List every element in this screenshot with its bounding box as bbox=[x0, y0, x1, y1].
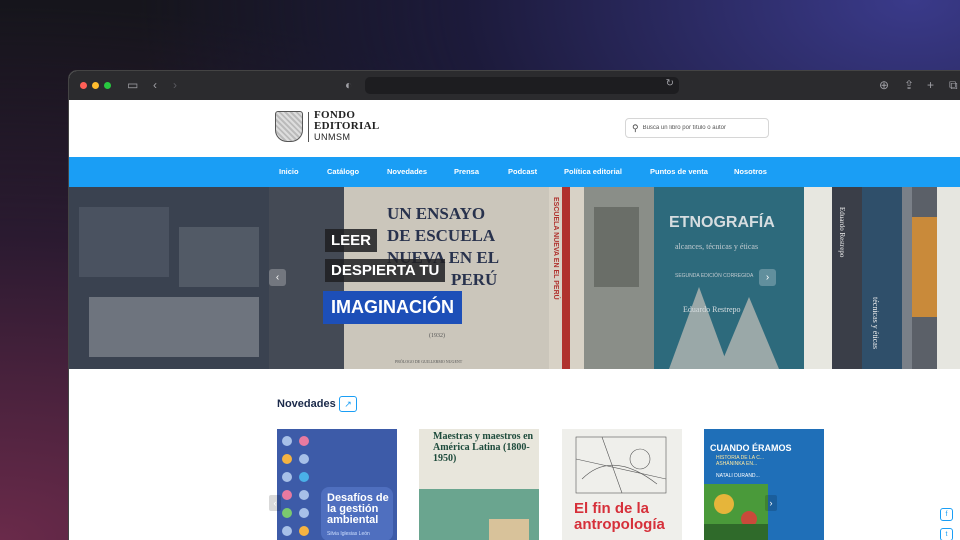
hero-prev-button[interactable]: ‹ bbox=[269, 269, 286, 286]
browser-window: ▭ ‹ › ◐ ↻ ⊕ ⇪ + ⧉ FONDO EDITORIAL UNMSM … bbox=[69, 71, 960, 540]
hero-book-spine-text: ESCUELA NUEVA EN EL PERÚ bbox=[552, 197, 561, 300]
chevron-right-icon: › bbox=[765, 272, 770, 283]
book-4-title: CUANDO ÉRAMOS bbox=[710, 443, 792, 453]
search-input[interactable] bbox=[642, 125, 763, 131]
main-nav: Inicio Catálogo Novedades Prensa Podcast… bbox=[69, 157, 960, 187]
hero-book-right-author: Eduardo Restrepo bbox=[683, 305, 741, 314]
logo-text: FONDO EDITORIAL UNMSM bbox=[314, 110, 379, 143]
hero-banner: UN ENSAYO DE ESCUELA NUEVA EN EL PERÚ (1… bbox=[69, 187, 960, 369]
site-logo[interactable]: FONDO EDITORIAL UNMSM bbox=[275, 110, 379, 143]
hero-book-prologue: PRÓLOGO DE GUILLERMO NUGENT bbox=[395, 359, 463, 364]
hero-book-date: (1932) bbox=[429, 332, 445, 339]
books-next-button[interactable]: › bbox=[765, 495, 777, 511]
browser-toolbar: ▭ ‹ › ◐ ↻ ⊕ ⇪ + ⧉ bbox=[69, 71, 960, 100]
shield-icon[interactable]: ◐ bbox=[345, 78, 352, 92]
nav-item-inicio[interactable]: Inicio bbox=[279, 167, 299, 176]
hero-background-image: UN ENSAYO DE ESCUELA NUEVA EN EL PERÚ (1… bbox=[69, 187, 960, 369]
hero-book-right-title: ETNOGRAFÍA bbox=[669, 212, 775, 231]
book-1-author: Silvia Iglesias León bbox=[327, 531, 370, 537]
nav-item-politica-editorial[interactable]: Política editorial bbox=[564, 167, 622, 176]
maximize-window-button[interactable] bbox=[104, 82, 111, 89]
share-icon[interactable]: ⇪ bbox=[904, 78, 914, 92]
nav-item-prensa[interactable]: Prensa bbox=[454, 167, 479, 176]
book-card[interactable]: CUANDO ÉRAMOS HISTORIA DE LA C... ASHÁNI… bbox=[704, 429, 824, 540]
novedades-title: Novedades bbox=[277, 398, 336, 410]
new-tab-icon[interactable]: + bbox=[927, 78, 934, 92]
hero-book-right-subtitle: alcances, técnicas y éticas bbox=[675, 242, 758, 251]
university-crest-icon bbox=[275, 111, 303, 142]
books-prev-button[interactable]: ‹ bbox=[269, 495, 281, 511]
twitter-icon[interactable]: t bbox=[940, 528, 953, 540]
facebook-icon[interactable]: f bbox=[940, 508, 953, 521]
chevron-left-icon: ‹ bbox=[273, 498, 277, 508]
arrow-up-right-icon: ↗ bbox=[344, 399, 352, 409]
hero-spine-title: técnicas y éticas bbox=[871, 297, 880, 349]
nav-item-novedades[interactable]: Novedades bbox=[387, 167, 427, 176]
chevron-right-icon: › bbox=[769, 498, 773, 508]
hero-next-button[interactable]: › bbox=[759, 269, 776, 286]
search-box[interactable]: ⚲ bbox=[625, 118, 769, 138]
book-3-title: El fin de la antropología bbox=[574, 500, 665, 533]
reload-icon[interactable]: ↻ bbox=[666, 78, 674, 89]
close-window-button[interactable] bbox=[80, 82, 87, 89]
sidebar-icon[interactable]: ▭ bbox=[127, 78, 138, 92]
book-2-title: Maestras y maestros en América Latina (1… bbox=[433, 431, 534, 464]
hero-line-1: LEER bbox=[325, 229, 378, 252]
search-icon: ⚲ bbox=[632, 122, 639, 133]
logo-line-2: EDITORIAL bbox=[314, 120, 380, 132]
logo-line-3: UNMSM bbox=[314, 132, 351, 142]
nav-item-podcast[interactable]: Podcast bbox=[508, 167, 537, 176]
novedades-link-button[interactable]: ↗ bbox=[339, 396, 357, 412]
tabs-icon[interactable]: ⧉ bbox=[949, 78, 958, 92]
book-4-author: NATALI DURAND... bbox=[716, 473, 760, 479]
book-1-title: Desafíos de la gestión ambiental bbox=[327, 492, 389, 526]
hero-line-2: DESPIERTA TU bbox=[325, 259, 446, 282]
chevron-left-icon[interactable]: ‹ bbox=[153, 78, 157, 92]
book-card[interactable]: Desafíos de la gestión ambiental Silvia … bbox=[277, 429, 397, 540]
nav-item-catalogo[interactable]: Catálogo bbox=[327, 167, 359, 176]
chevron-right-icon[interactable]: › bbox=[173, 78, 177, 92]
hero-spine-author: Eduardo Restrepo bbox=[838, 207, 846, 258]
hero-line-3: IMAGINACIÓN bbox=[323, 291, 462, 324]
book-card[interactable]: El fin de la antropología bbox=[562, 429, 682, 540]
nav-item-nosotros[interactable]: Nosotros bbox=[734, 167, 767, 176]
hero-book-text-2: DE ESCUELA bbox=[387, 226, 496, 245]
download-icon[interactable]: ⊕ bbox=[879, 78, 889, 92]
nav-item-puntos-de-venta[interactable]: Puntos de venta bbox=[650, 167, 708, 176]
address-bar[interactable]: ↻ bbox=[365, 77, 679, 94]
book-4-subtitle: HISTORIA DE LA C... ASHÁNINKA EN... bbox=[716, 455, 764, 467]
hero-book-right-edition: SEGUNDA EDICIÓN CORREGIDA bbox=[675, 272, 754, 279]
hero-book-text-1: UN ENSAYO bbox=[387, 204, 485, 223]
logo-divider bbox=[308, 111, 309, 142]
book-card[interactable]: Maestras y maestros en América Latina (1… bbox=[419, 429, 539, 540]
chevron-left-icon: ‹ bbox=[275, 272, 280, 283]
hero-book-text-4: PERÚ bbox=[451, 270, 497, 289]
minimize-window-button[interactable] bbox=[92, 82, 99, 89]
